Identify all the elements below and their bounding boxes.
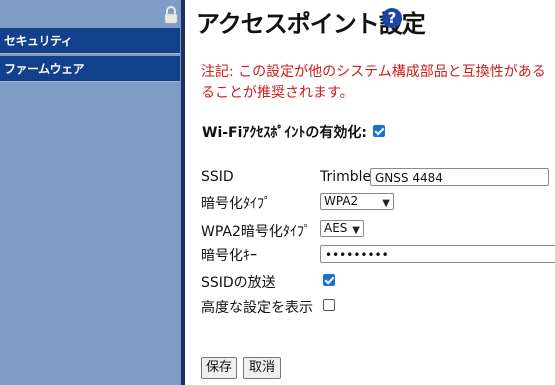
help-icon[interactable]: ? xyxy=(382,8,402,28)
note-line-2: ることが推奨されます。 xyxy=(201,85,354,101)
ssid-input[interactable]: GNSS 4484 xyxy=(370,168,549,186)
note-line-1: 注記: この設定が他のシステム構成部品と互換性がある xyxy=(201,64,546,80)
broadcast-ssid-checkbox[interactable] xyxy=(323,274,335,286)
enable-ap-checkbox[interactable] xyxy=(373,125,385,137)
sidebar: セキュリティ ファームウェア xyxy=(0,0,182,385)
save-button[interactable]: 保存 xyxy=(201,357,237,379)
broadcast-ssid-label: SSIDの放送 xyxy=(201,275,276,291)
wpa2-encryption-type-select[interactable]: AES ▼ xyxy=(320,220,364,237)
sidebar-item-security[interactable]: セキュリティ xyxy=(0,28,180,54)
lock-icon xyxy=(164,6,178,24)
wpa2-encryption-type-label: WPA2暗号化ﾀｲﾌﾟ xyxy=(201,224,311,240)
wpa2-encryption-type-value: AES xyxy=(324,221,348,235)
compatibility-note: 注記: この設定が他のシステム構成部品と互換性がある ることが推奨されます。 xyxy=(201,62,555,104)
ssid-prefix: Trimble xyxy=(320,169,372,185)
encryption-type-select[interactable]: WPA2 ▼ xyxy=(320,193,394,210)
show-advanced-checkbox[interactable] xyxy=(323,299,335,311)
enable-ap-label: Wi-Fiｱｸｾｽﾎﾟｲﾝﾄの有効化: xyxy=(202,125,368,141)
main-panel: アクセスポイント設定 ? 注記: この設定が他のシステム構成部品と互換性がある … xyxy=(185,0,555,385)
encryption-key-input[interactable]: ••••••••• xyxy=(320,245,555,263)
show-advanced-label: 高度な設定を表示 xyxy=(201,300,313,316)
encryption-type-value: WPA2 xyxy=(324,194,359,208)
cancel-button[interactable]: 取消 xyxy=(243,357,281,379)
chevron-down-icon: ▼ xyxy=(352,225,360,236)
encryption-type-label: 暗号化ﾀｲﾌﾟ xyxy=(201,196,271,212)
ssid-label: SSID xyxy=(201,169,234,185)
encryption-key-label: 暗号化ｷｰ xyxy=(201,248,257,264)
sidebar-item-firmware[interactable]: ファームウェア xyxy=(0,56,180,82)
chevron-down-icon: ▼ xyxy=(382,198,390,209)
